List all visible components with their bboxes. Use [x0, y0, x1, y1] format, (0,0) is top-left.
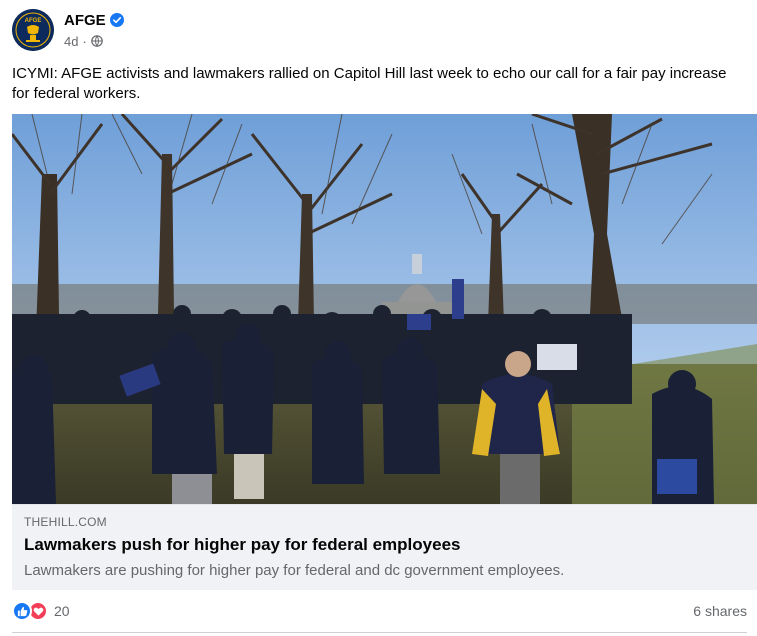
link-description: Lawmakers are pushing for higher pay for…	[24, 562, 565, 579]
divider	[12, 632, 747, 633]
meta-separator: ·	[82, 33, 87, 49]
like-thumb-icon	[12, 601, 32, 621]
link-title[interactable]: Lawmakers push for higher pay for federa…	[24, 535, 460, 555]
afge-logo-icon: AFGE	[12, 9, 54, 51]
link-preview-image[interactable]	[12, 114, 757, 504]
reactions-summary[interactable]: 20	[12, 601, 70, 621]
post-time[interactable]: 4d	[64, 34, 78, 49]
post-header: AFGE AFGE 4d ·	[12, 8, 124, 52]
header-text: AFGE 4d ·	[64, 10, 124, 50]
post-meta: 4d ·	[64, 32, 124, 50]
reaction-count: 20	[54, 603, 70, 619]
avatar-logo-text: AFGE	[25, 18, 42, 24]
post-text: ICYMI: AFGE activists and lawmakers rall…	[12, 65, 727, 102]
shares-count[interactable]: 6 shares	[693, 603, 747, 619]
globe-icon	[91, 35, 103, 47]
author-row: AFGE	[64, 10, 124, 30]
link-preview-card[interactable]: THEHILL.COM Lawmakers push for higher pa…	[12, 504, 757, 590]
avatar[interactable]: AFGE	[12, 9, 54, 51]
author-name[interactable]: AFGE	[64, 12, 106, 29]
rally-crowd-photo	[12, 114, 757, 504]
link-domain: THEHILL.COM	[24, 515, 107, 529]
post-stats: 20 6 shares	[12, 598, 747, 624]
verified-badge-icon	[109, 13, 124, 27]
